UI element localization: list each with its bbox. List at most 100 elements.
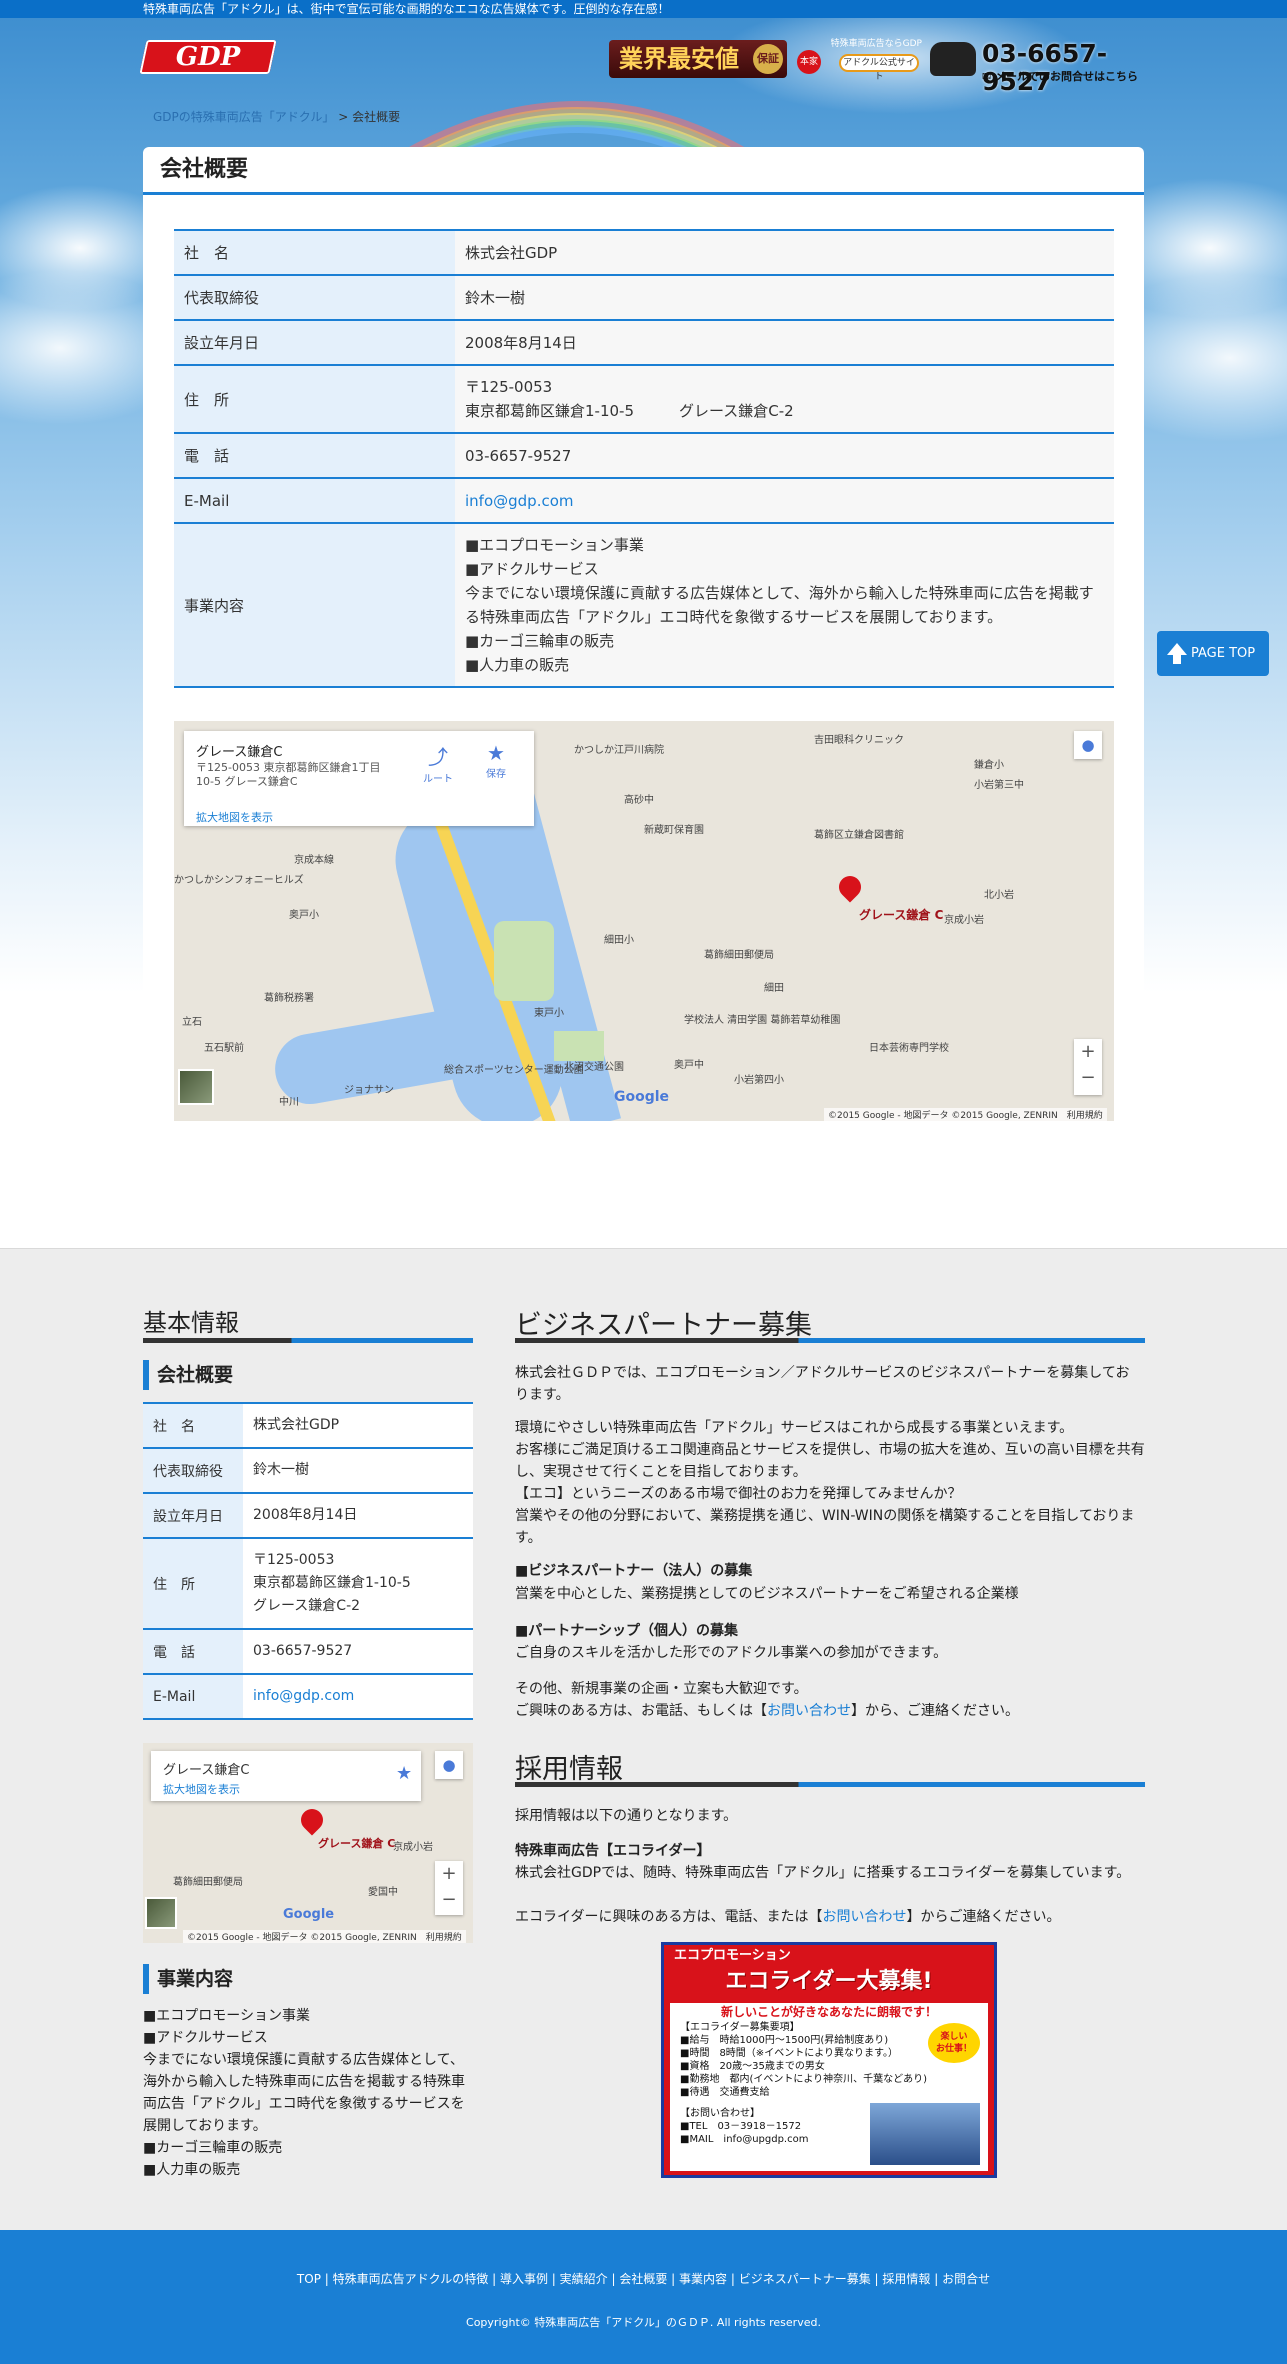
map-enlarge-link[interactable]: 拡大地図を表示 [196, 809, 273, 825]
google-map-small[interactable]: 京成小岩 葛飾細田郵便局 愛国中 グレース鎌倉 C グレース鎌倉C 拡大地図を表… [143, 1743, 473, 1943]
company-overview-subheading: 会社概要 [143, 1360, 233, 1390]
top-tagline-bar: 特殊車両広告「アドクル」は、街中で宣伝可能な画期的なエコな広告媒体です。圧倒的な… [0, 0, 1287, 18]
recruit-contact-text: エコライダーに興味のある方は、電話、または【お問い合わせ】からご連絡ください。 [515, 1906, 1060, 1928]
footer-link-recruit[interactable]: 採用情報 [882, 2272, 930, 2286]
map-pin-label: グレース鎌倉 C [859, 908, 944, 922]
map-label: 新蔵町保育園 [644, 825, 704, 836]
partner-other-text: その他、新規事業の企画・立案も大歓迎です。 [515, 1681, 808, 1697]
banner-title: エコライダー大募集! [725, 1969, 933, 1994]
row-value: 2008年8月14日 [243, 1492, 473, 1538]
map-save-button[interactable]: ★ 保存 [474, 741, 518, 780]
street-view-pegman-icon[interactable]: ● [435, 1751, 463, 1779]
map-zoom-controls: + − [435, 1861, 463, 1915]
recruit-contact-link[interactable]: お問い合わせ [822, 1909, 906, 1925]
map-info-box: グレース鎌倉C 〒125-0053 東京都葛飾区鎌倉1丁目10-5 グレース鎌倉… [184, 731, 534, 826]
map-place-address: 〒125-0053 東京都葛飾区鎌倉1丁目10-5 グレース鎌倉C [196, 761, 381, 788]
map-enlarge-link[interactable]: 拡大地図を表示 [163, 1781, 240, 1797]
map-park [554, 1031, 604, 1061]
footer-link-results[interactable]: 実績紹介 [560, 2272, 608, 2286]
table-row: 社 名株式会社GDP [143, 1402, 473, 1448]
star-icon: ★ [487, 741, 505, 765]
breadcrumb-current: 会社概要 [352, 110, 401, 124]
row-key: 社 名 [174, 229, 455, 275]
google-map-large[interactable]: かつしか江戸川病院 吉田眼科クリニック 鎌倉小 小岩第三中 高砂中 新蔵町保育園… [174, 721, 1114, 1121]
zoom-out-button[interactable]: − [435, 1887, 463, 1913]
map-label: 鎌倉小 [974, 760, 1004, 771]
map-label: 葛飾細田郵便局 [173, 1877, 243, 1888]
page-title: 会社概要 [143, 147, 1144, 195]
eco-rider-recruit-banner[interactable]: エコプロモーション エコライダー大募集! 新しいことが好きなあなたに朗報です！ … [661, 1942, 997, 2178]
email-link[interactable]: info@gdp.com [465, 492, 574, 510]
footer-link-cases[interactable]: 導入事例 [500, 2272, 548, 2286]
row-value: 株式会社GDP [455, 229, 1114, 275]
map-label: 中川 [279, 1097, 299, 1108]
route-label: ルート [423, 774, 453, 785]
mail-contact-link[interactable]: ✉ メールでのお問合せはこちら [982, 68, 1138, 84]
partner-indiv-heading: ■パートナーシップ（個人）の募集 [515, 1623, 738, 1639]
row-key: 設立年月日 [143, 1492, 243, 1538]
page-top-button[interactable]: PAGE TOP [1157, 631, 1269, 676]
partner-corp-text: 営業を中心とした、業務提携としてのビジネスパートナーをご希望される企業様 [515, 1586, 1019, 1602]
row-value: 03-6657-9527 [243, 1628, 473, 1674]
zoom-in-button[interactable]: + [1074, 1039, 1102, 1065]
footer-link-business[interactable]: 事業内容 [679, 2272, 727, 2286]
satellite-toggle-thumbnail[interactable] [178, 1069, 214, 1105]
footer-link-company[interactable]: 会社概要 [619, 2272, 667, 2286]
map-label: 総合スポーツセンター運動公園 [444, 1065, 584, 1076]
row-value-cell: info@gdp.com [243, 1673, 473, 1720]
map-label: 吉田眼科クリニック [814, 735, 904, 746]
map-pin-icon[interactable] [296, 1804, 328, 1836]
zoom-out-button[interactable]: − [1074, 1065, 1102, 1091]
star-icon[interactable]: ★ [396, 1763, 412, 1784]
guarantee-seal-icon: 保証 [753, 44, 783, 74]
street-view-pegman-icon[interactable]: ● [1074, 731, 1102, 759]
row-key: E-Mail [143, 1673, 243, 1720]
recruit-heading: 採用情報 [515, 1754, 623, 1785]
map-label: かつしか江戸川病院 [574, 745, 664, 756]
map-pin-icon[interactable] [834, 871, 866, 903]
lowest-price-badge: 業界最安値 保証 [609, 40, 787, 78]
map-label: 奥戸中 [674, 1060, 704, 1071]
footer-link-contact[interactable]: お問合せ [942, 2272, 990, 2286]
table-row: 設立年月日 2008年8月14日 [143, 1492, 473, 1538]
footer-link-features[interactable]: 特殊車両広告アドクルの特徴 [333, 2272, 489, 2286]
header-contact[interactable]: 03-6657-9527 ✉ メールでのお問合せはこちら [930, 40, 1146, 96]
map-label: 葛飾区立鎌倉図書館 [814, 830, 904, 841]
row-value: 2008年8月14日 [455, 319, 1114, 365]
map-label: 東戸小 [534, 1008, 564, 1019]
banner-head: エコプロモーション [674, 1948, 791, 1963]
table-row: 事業内容 ■エコプロモーション事業 ■アドクルサービス 今までにない環境保護に貢献… [174, 522, 1114, 688]
satellite-toggle-thumbnail[interactable] [145, 1897, 177, 1929]
recruit-contact-pre: エコライダーに興味のある方は、電話、または【 [515, 1909, 823, 1925]
map-label: 北沼交通公園 [564, 1062, 624, 1073]
row-key: 社 名 [143, 1402, 243, 1448]
breadcrumb: GDPの特殊車両広告「アドクル」 > 会社概要 [153, 108, 400, 125]
recruit-subheading: 特殊車両広告【エコライダー】 [515, 1843, 711, 1859]
telephone-icon [930, 42, 976, 76]
breadcrumb-home[interactable]: GDPの特殊車両広告「アドクル」 [153, 110, 334, 124]
email-link[interactable]: info@gdp.com [253, 1688, 354, 1704]
partner-contact-link[interactable]: お問い合わせ [767, 1703, 851, 1719]
zoom-in-button[interactable]: + [435, 1861, 463, 1887]
map-info-box: グレース鎌倉C 拡大地図を表示 ★ [151, 1751, 421, 1801]
route-icon: ⤴ [428, 745, 448, 769]
tagline: 特殊車両広告「アドクル」は、街中で宣伝可能な画期的なエコな広告媒体です。圧倒的な… [143, 2, 670, 16]
partner-intro: 株式会社ＧＤＰでは、エコプロモーション／アドクルサービスのビジネスパートナーを募… [515, 1365, 1130, 1403]
footer-link-partner[interactable]: ビジネスパートナー募集 [739, 2272, 871, 2286]
map-label: 高砂中 [624, 795, 654, 806]
banner-line: ■勤務地 都内(イベントにより神奈川、千葉などあり) [680, 2074, 928, 2085]
partner-heading: ビジネスパートナー募集 [515, 1310, 812, 1341]
map-label: ジョナサン [344, 1085, 394, 1096]
row-key: 設立年月日 [174, 319, 455, 365]
heading-underline [515, 1338, 1145, 1343]
company-info-table: 社 名株式会社GDP 代表取締役 鈴木一樹 設立年月日 2008年8月14日 住 所… [174, 229, 1114, 688]
row-key: 電 話 [174, 432, 455, 478]
site-logo[interactable]: GDP [139, 40, 277, 74]
footer-link-top[interactable]: TOP [297, 2272, 321, 2286]
save-label: 保存 [486, 769, 506, 780]
arrow-up-icon-stem [1173, 654, 1181, 664]
map-route-button[interactable]: ⤴ ルート [416, 741, 460, 785]
map-label: 京成本線 [294, 855, 334, 866]
partner-contact-pre: ご興味のある方は、お電話、もしくは【 [515, 1703, 767, 1719]
footer-company-table: 社 名株式会社GDP 代表取締役 鈴木一樹 設立年月日 2008年8月14日 住 所… [143, 1402, 473, 1720]
